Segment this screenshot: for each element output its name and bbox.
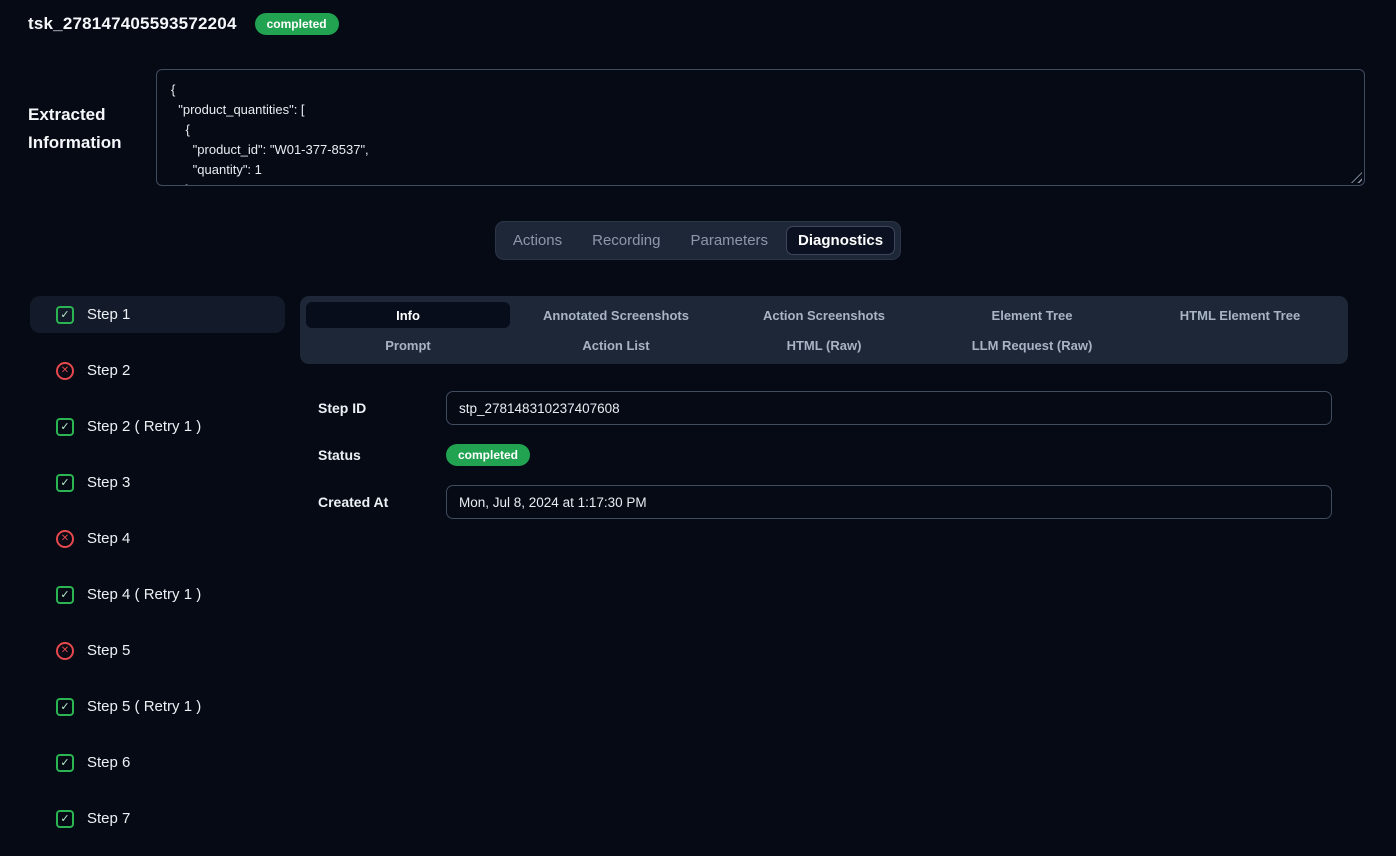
step-item-label: Step 4 ( Retry 1 ) [87,586,201,603]
extracted-information-textarea[interactable]: { "product_quantities": [ { "product_id"… [156,69,1365,186]
step-item-6[interactable]: ✓ Step 6 [30,744,285,781]
step-item-3[interactable]: ✓ Step 3 [30,464,285,501]
diag-tab-annotated-screenshots[interactable]: Annotated Screenshots [514,302,718,328]
extracted-information-box: { "product_quantities": [ { "product_id"… [156,69,1365,186]
step-item-4[interactable]: ✕ Step 4 [30,520,285,557]
diagnostics-panel: Info Annotated Screenshots Action Screen… [300,296,1348,538]
step-item-label: Step 2 ( Retry 1 ) [87,418,201,435]
step-item-2[interactable]: ✕ Step 2 [30,352,285,389]
step-item-5-retry-1[interactable]: ✓ Step 5 ( Retry 1 ) [30,688,285,725]
step-item-label: Step 6 [87,754,130,771]
header: tsk_278147405593572204 completed [0,0,1396,35]
step-item-1[interactable]: ✓ Step 1 [30,296,285,333]
main-tabs-row: Actions Recording Parameters Diagnostics [0,221,1396,260]
step-item-label: Step 7 [87,810,130,827]
step-item-label: Step 4 [87,530,130,547]
tab-actions[interactable]: Actions [501,226,574,255]
tab-diagnostics[interactable]: Diagnostics [786,226,895,255]
error-x-icon: ✕ [56,642,74,660]
step-item-2-retry-1[interactable]: ✓ Step 2 ( Retry 1 ) [30,408,285,445]
success-check-icon: ✓ [56,418,74,436]
content: ✓ Step 1 ✕ Step 2 ✓ Step 2 ( Retry 1 ) ✓… [0,296,1396,856]
diag-tab-action-screenshots[interactable]: Action Screenshots [722,302,926,328]
task-id-title: tsk_278147405593572204 [28,14,237,34]
step-status-badge: completed [446,444,530,466]
created-at-row: Created At [318,485,1332,519]
tab-recording[interactable]: Recording [580,226,672,255]
step-item-4-retry-1[interactable]: ✓ Step 4 ( Retry 1 ) [30,576,285,613]
step-id-row: Step ID [318,391,1332,425]
success-check-icon: ✓ [56,306,74,324]
step-item-5[interactable]: ✕ Step 5 [30,632,285,669]
error-x-icon: ✕ [56,362,74,380]
diag-tab-html-element-tree[interactable]: HTML Element Tree [1138,302,1342,328]
success-check-icon: ✓ [56,754,74,772]
step-item-7[interactable]: ✓ Step 7 [30,800,285,837]
step-id-input[interactable] [446,391,1332,425]
created-at-label: Created At [318,494,446,510]
status-row: Status completed [318,444,1332,466]
step-item-label: Step 2 [87,362,130,379]
diag-tab-prompt[interactable]: Prompt [306,332,510,358]
step-item-label: Step 5 [87,642,130,659]
success-check-icon: ✓ [56,474,74,492]
diag-tab-llm-request-raw[interactable]: LLM Request (Raw) [930,332,1134,358]
diag-tab-element-tree[interactable]: Element Tree [930,302,1134,328]
success-check-icon: ✓ [56,698,74,716]
main-tab-bar: Actions Recording Parameters Diagnostics [495,221,901,260]
step-item-label: Step 5 ( Retry 1 ) [87,698,201,715]
tab-parameters[interactable]: Parameters [679,226,781,255]
step-item-label: Step 1 [87,306,130,323]
diagnostics-tab-bar: Info Annotated Screenshots Action Screen… [300,296,1348,364]
diag-tab-html-raw[interactable]: HTML (Raw) [722,332,926,358]
created-at-input[interactable] [446,485,1332,519]
success-check-icon: ✓ [56,810,74,828]
extracted-information-section: Extracted Information { "product_quantit… [28,69,1365,186]
diag-tab-info[interactable]: Info [306,302,510,328]
extracted-information-label: Extracted Information [28,69,156,186]
status-label: Status [318,447,446,463]
step-list: ✓ Step 1 ✕ Step 2 ✓ Step 2 ( Retry 1 ) ✓… [30,296,285,856]
success-check-icon: ✓ [56,586,74,604]
info-fields: Step ID Status completed Created At [300,391,1348,519]
task-status-badge: completed [255,13,339,35]
diag-tab-action-list[interactable]: Action List [514,332,718,358]
step-id-label: Step ID [318,400,446,416]
step-item-label: Step 3 [87,474,130,491]
error-x-icon: ✕ [56,530,74,548]
